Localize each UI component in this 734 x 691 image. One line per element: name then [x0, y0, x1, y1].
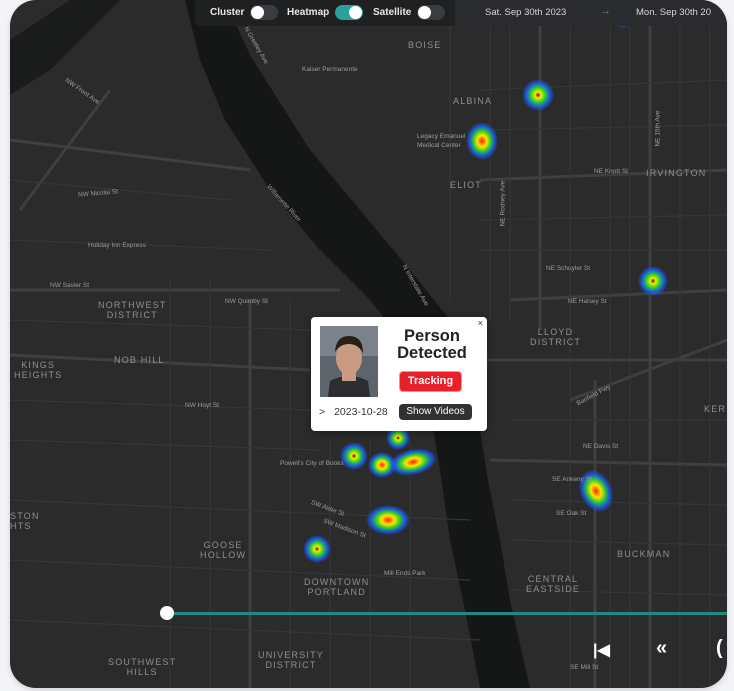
map-card: BOISE ALBINA ELIOT IRVINGTON NORTHWEST D…: [10, 0, 727, 688]
satellite-label: Satellite: [373, 7, 412, 18]
heatspot: [366, 505, 410, 535]
area-label: BUCKMAN: [617, 549, 671, 559]
street-label: NE Halsey St: [568, 298, 607, 305]
cluster-label: Cluster: [210, 7, 245, 18]
street-label: NE Davis St: [583, 443, 619, 450]
heatmap-toggle[interactable]: [335, 5, 364, 20]
satellite-toggle[interactable]: [417, 5, 446, 20]
play-icon[interactable]: (: [716, 637, 723, 660]
close-icon[interactable]: ×: [478, 318, 483, 328]
area-label: ALBINA: [453, 96, 493, 106]
area-label: NOB HILL: [114, 355, 165, 365]
timeline-handle[interactable]: [160, 606, 174, 620]
street-label: NE Rodney Ave: [499, 180, 507, 227]
heatspot: [638, 266, 668, 296]
map-toolbar: Cluster Heatmap Satellite Sat. Sep 30th …: [195, 0, 727, 26]
street-label: Mill Ends Park: [384, 570, 426, 577]
start-date[interactable]: Sat. Sep 30th 2023: [485, 7, 566, 18]
area-label: BOISE: [408, 40, 442, 50]
area-label: LLOYD DISTRICT: [530, 327, 582, 347]
area-label: SOUTHWEST HILLS: [108, 657, 177, 677]
area-label: CENTRAL EASTSIDE: [526, 574, 581, 594]
heatmap-toggle-group: Heatmap: [287, 5, 364, 20]
satellite-toggle-group: Satellite: [373, 5, 446, 20]
skip-to-start-icon[interactable]: |◀: [593, 640, 610, 660]
heatspot: [389, 448, 437, 476]
heatspot: [303, 535, 331, 563]
tracking-status-badge[interactable]: Tracking: [400, 372, 461, 391]
heatspot: [522, 79, 554, 111]
area-label: NORTHWEST DISTRICT: [98, 300, 167, 320]
end-date[interactable]: Mon. Sep 30th 20: [636, 7, 711, 18]
street-label: Holiday Inn Express: [88, 242, 146, 249]
cluster-toggle[interactable]: [250, 5, 279, 20]
heatmap-label: Heatmap: [287, 7, 330, 18]
area-label: UNIVERSITY DISTRICT: [258, 650, 325, 670]
person-avatar: [320, 326, 378, 397]
street-label: SE Mill St: [570, 664, 599, 671]
street-label: Legacy Emanuel Medical Center: [417, 133, 466, 149]
area-label: GOOSE HOLLOW: [200, 540, 247, 560]
street-label: NW Savier St: [50, 282, 90, 289]
toggle-knob: [251, 6, 265, 19]
street-label: Kaiser Permanente: [302, 66, 358, 73]
street-label: NW Hoyt St: [185, 402, 219, 409]
street-label: NE Schuyler St: [546, 265, 591, 272]
popup-title: Person Detected: [397, 327, 467, 362]
cluster-toggle-group: Cluster: [210, 5, 279, 20]
area-label: STON HTS: [10, 511, 40, 531]
detection-popup: × Person Detected Tracking > 2023-10-28 …: [311, 317, 487, 431]
street-label: NW Quimby St: [225, 298, 268, 305]
area-label: IRVINGTON: [646, 168, 707, 178]
toggle-knob: [349, 6, 363, 19]
street-label: NE 15th Ave: [654, 110, 662, 147]
heatspot: [340, 442, 368, 470]
street-label: NE Knott St: [594, 168, 628, 175]
show-videos-button[interactable]: Show Videos: [399, 404, 472, 420]
date-range[interactable]: Sat. Sep 30th 2023 → Mon. Sep 30th 20: [455, 0, 727, 26]
area-label: KER: [704, 404, 727, 414]
area-label: KINGS HEIGHTS: [14, 360, 63, 380]
street-label: SE Oak St: [556, 510, 587, 517]
detection-date-row[interactable]: > 2023-10-28: [319, 406, 388, 418]
toggle-knob: [418, 6, 432, 19]
area-label: DOWNTOWN PORTLAND: [304, 577, 370, 597]
timeline-track[interactable]: [168, 612, 727, 615]
chevron-right-icon[interactable]: >: [319, 406, 325, 418]
area-label: ELIOT: [450, 180, 483, 190]
street-label: Powell's City of Books: [280, 460, 344, 467]
detection-date: 2023-10-28: [334, 406, 388, 418]
rewind-icon[interactable]: «: [656, 637, 667, 660]
street-label: SE Ankeny St: [552, 476, 592, 483]
arrow-right-icon: →: [600, 5, 611, 17]
